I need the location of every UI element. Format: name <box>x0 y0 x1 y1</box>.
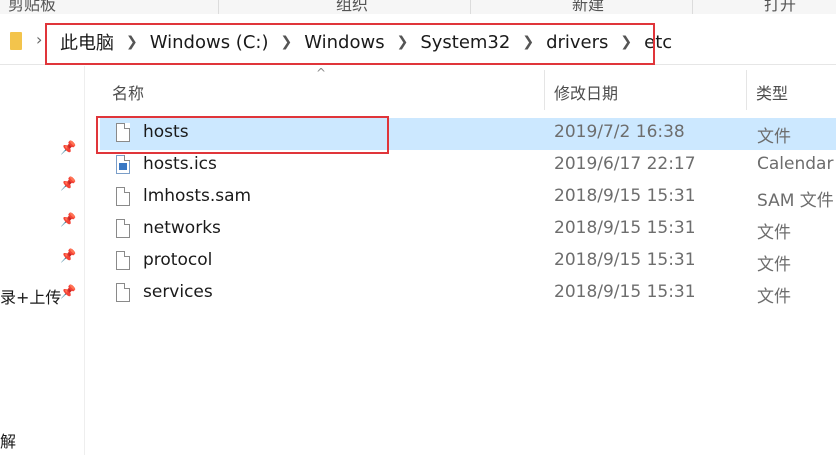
file-icon <box>116 283 130 302</box>
calendar-file-icon <box>116 155 130 174</box>
file-row-lmhosts-sam[interactable]: lmhosts.sam 2018/9/15 15:31 SAM 文件 <box>100 182 836 214</box>
file-row-hosts-ics[interactable]: hosts.ics 2019/6/17 22:17 Calendar <box>100 150 836 182</box>
file-name: networks <box>143 218 221 238</box>
file-type: 文件 <box>757 255 791 275</box>
file-type: 文件 <box>757 287 791 307</box>
nav-item-upload[interactable]: 录+上传 <box>0 284 61 308</box>
navigation-pane: 📌 📌 📌 📌 录+上传 📌 解 <box>0 66 85 455</box>
column-header-type[interactable]: 类型 <box>756 80 788 104</box>
file-name: services <box>143 282 213 302</box>
column-divider[interactable] <box>544 70 545 110</box>
file-row-networks[interactable]: networks 2018/9/15 15:31 文件 <box>100 214 836 246</box>
pin-icon[interactable]: 📌 <box>60 178 76 192</box>
pin-icon[interactable]: 📌 <box>60 250 76 264</box>
file-type: Calendar <box>757 154 834 174</box>
ribbon-group-new[interactable]: 新建 <box>572 0 604 14</box>
file-date: 2018/9/15 15:31 <box>554 250 696 270</box>
pin-icon[interactable]: 📌 <box>60 286 76 300</box>
file-name: hosts.ics <box>143 154 217 174</box>
ribbon-group-clipboard[interactable]: 剪贴板 <box>8 0 56 14</box>
file-row-protocol[interactable]: protocol 2018/9/15 15:31 文件 <box>100 246 836 278</box>
file-date: 2018/9/15 15:31 <box>554 186 696 206</box>
ribbon-group-organize[interactable]: 组织 <box>336 0 368 14</box>
file-icon <box>116 187 130 206</box>
pin-icon[interactable]: 📌 <box>60 142 76 156</box>
folder-icon <box>10 32 22 50</box>
file-icon <box>116 219 130 238</box>
address-bar-highlight-box <box>45 23 655 65</box>
file-name: protocol <box>143 250 213 270</box>
ribbon-divider <box>692 0 693 14</box>
column-divider[interactable] <box>746 70 747 110</box>
file-type: 文件 <box>757 223 791 243</box>
sort-ascending-icon: ^ <box>316 66 327 80</box>
column-headers: ^ 名称 修改日期 类型 <box>100 66 836 112</box>
column-header-name[interactable]: 名称 <box>112 80 144 104</box>
ribbon-divider <box>470 0 471 14</box>
file-date: 2019/7/2 16:38 <box>554 122 685 142</box>
file-icon <box>116 251 130 270</box>
ribbon-group-open[interactable]: 打开 <box>764 0 796 14</box>
chevron-right-icon[interactable]: › <box>36 30 42 49</box>
file-type: SAM 文件 <box>757 191 834 211</box>
file-date: 2019/6/17 22:17 <box>554 154 696 174</box>
file-date: 2018/9/15 15:31 <box>554 282 696 302</box>
file-type: 文件 <box>757 127 791 147</box>
file-row-services[interactable]: services 2018/9/15 15:31 文件 <box>100 278 836 310</box>
pin-icon[interactable]: 📌 <box>60 214 76 228</box>
file-date: 2018/9/15 15:31 <box>554 218 696 238</box>
ribbon-divider <box>218 0 219 14</box>
nav-item-partial[interactable]: 解 <box>0 428 16 452</box>
file-name: lmhosts.sam <box>143 186 252 206</box>
column-header-date-modified[interactable]: 修改日期 <box>554 80 618 104</box>
ribbon: 剪贴板 组织 新建 打开 <box>0 0 836 14</box>
hosts-highlight-box <box>96 116 389 154</box>
